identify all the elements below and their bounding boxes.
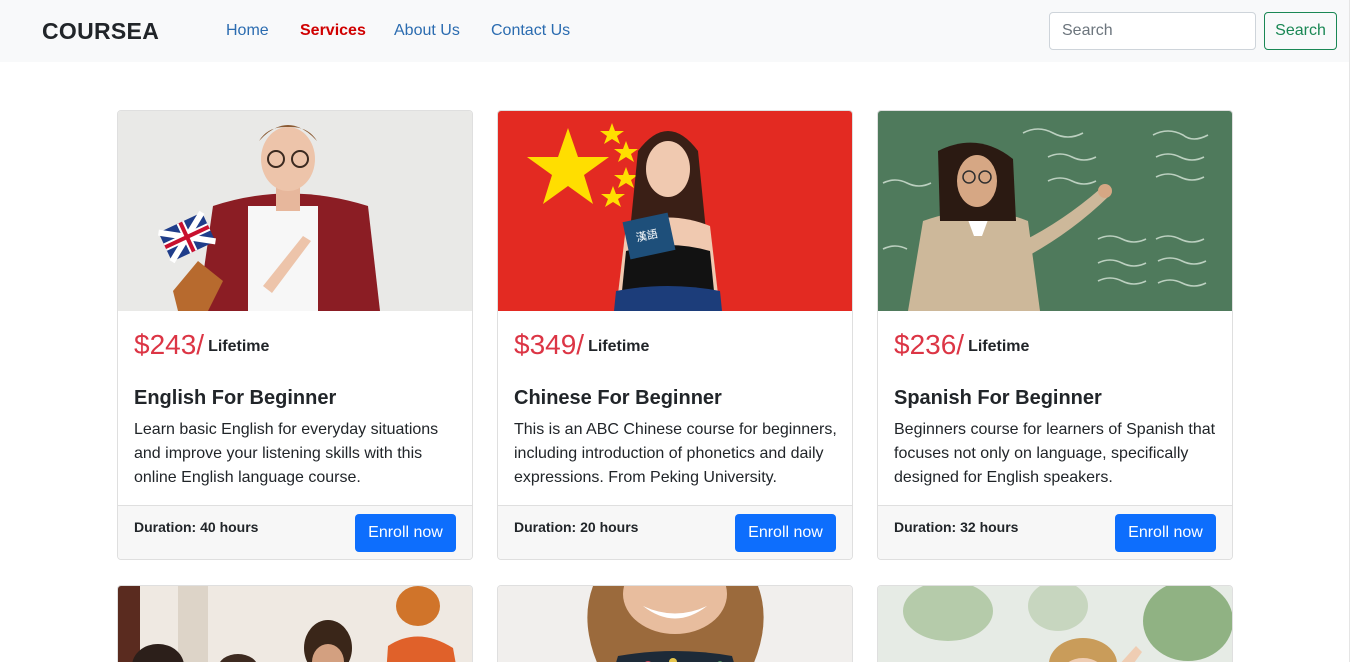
course-price: $236/Lifetime [894, 329, 1030, 360]
search-button[interactable]: Search [1264, 12, 1337, 50]
course-price: $349/Lifetime [514, 329, 650, 360]
nav-contact[interactable]: Contact Us [491, 22, 570, 40]
price-term: Lifetime [588, 338, 650, 355]
brand-logo[interactable]: COURSEA [42, 18, 159, 45]
course-card-row2-2 [497, 585, 853, 662]
navbar: COURSEA Home Services About Us Contact U… [0, 0, 1350, 62]
card-footer: Duration: 32 hours Enroll now [878, 505, 1232, 559]
search-input[interactable] [1049, 12, 1256, 50]
card-footer: Duration: 40 hours Enroll now [118, 505, 472, 559]
course-duration: Duration: 40 hours [134, 519, 259, 535]
enroll-button[interactable]: Enroll now [355, 514, 456, 552]
course-description: Beginners course for learners of Spanish… [894, 421, 1216, 486]
course-description: Learn basic English for everyday situati… [134, 421, 439, 486]
price-term: Lifetime [208, 338, 270, 355]
course-image [118, 586, 472, 662]
course-description: This is an ABC Chinese course for beginn… [514, 421, 837, 486]
course-title: Spanish For Beginner [894, 387, 1102, 409]
enroll-button[interactable]: Enroll now [735, 514, 836, 552]
course-card-chinese: 漢語 $349/Lifetime Chinese For Beginner Th… [497, 110, 853, 560]
course-card-spanish: $236/Lifetime Spanish For Beginner Begin… [877, 110, 1233, 560]
course-image [498, 586, 852, 662]
course-image-chinese: 漢語 [498, 111, 852, 311]
nav-services[interactable]: Services [300, 22, 366, 40]
course-duration: Duration: 20 hours [514, 519, 639, 535]
course-title: Chinese For Beginner [514, 387, 722, 409]
course-card-row2-3 [877, 585, 1233, 662]
course-title: English For Beginner [134, 387, 337, 409]
nav-about[interactable]: About Us [394, 22, 460, 40]
course-duration: Duration: 32 hours [894, 519, 1019, 535]
card-footer: Duration: 20 hours Enroll now [498, 505, 852, 559]
price-term: Lifetime [968, 338, 1030, 355]
course-image [878, 586, 1232, 662]
course-card-english: $243/Lifetime English For Beginner Learn… [117, 110, 473, 560]
nav-home[interactable]: Home [226, 22, 269, 40]
course-card-row2-1 [117, 585, 473, 662]
course-price: $243/Lifetime [134, 329, 270, 360]
course-image-english [118, 111, 472, 311]
enroll-button[interactable]: Enroll now [1115, 514, 1216, 552]
course-image-spanish [878, 111, 1232, 311]
